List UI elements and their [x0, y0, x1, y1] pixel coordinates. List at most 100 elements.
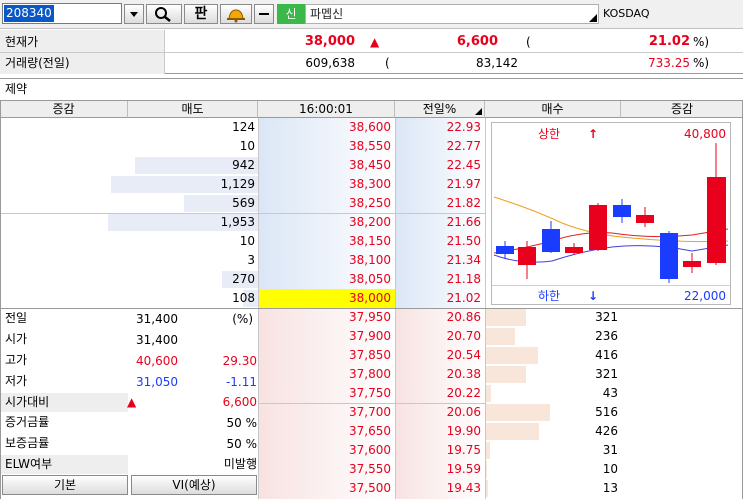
pan-button[interactable]: 판: [184, 4, 218, 24]
candle-4: [565, 247, 583, 253]
bid-qty[interactable]: 43: [530, 384, 618, 402]
bid-qty[interactable]: 13: [530, 479, 618, 497]
bid-qty[interactable]: 321: [530, 365, 618, 383]
bid-price[interactable]: 37,650: [262, 422, 391, 440]
new-listing-badge-label: 신: [285, 7, 297, 21]
ask-qty[interactable]: 3: [160, 251, 255, 269]
current-price-label: 현재가: [5, 35, 39, 49]
bid-qty[interactable]: 416: [530, 346, 618, 364]
bid-qty[interactable]: 516: [530, 403, 618, 421]
ask-price[interactable]: 38,300: [262, 175, 391, 193]
candle-1: [496, 246, 514, 254]
ask-prev-pct: 22.45: [446, 158, 481, 172]
bid-price[interactable]: 37,900: [262, 327, 391, 345]
sort-grip-icon: [475, 108, 482, 115]
header-ask-change-label: 증감: [52, 102, 75, 116]
ask-qty[interactable]: 1,953: [160, 213, 255, 231]
bid-prev-pct: 20.86: [446, 310, 481, 324]
ratio-suffix: %): [693, 56, 710, 70]
option-dropdown-button[interactable]: [254, 4, 274, 24]
candle-6: [613, 205, 631, 217]
search-button[interactable]: [146, 4, 182, 24]
ask-prev-pct: 22.77: [446, 139, 481, 153]
bid-prev-pct: 20.54: [446, 348, 481, 362]
ask-price[interactable]: 38,200: [262, 213, 391, 231]
ask-qty[interactable]: 124: [160, 118, 255, 136]
info-prev-unit: (%): [232, 312, 253, 326]
ask-price[interactable]: 38,600: [262, 118, 391, 136]
ask-price[interactable]: 38,050: [262, 270, 391, 288]
ask-qty[interactable]: 10: [160, 137, 255, 155]
pan-label: 판: [194, 6, 208, 22]
bid-prev-pct: 19.75: [446, 443, 481, 457]
info-prev-value: 31,400: [136, 312, 178, 326]
resize-grip-icon: [589, 14, 597, 22]
ask-prev-pct: 21.82: [446, 196, 481, 210]
upper-limit-value: 40,800: [684, 127, 726, 141]
ask-qty[interactable]: 270: [160, 270, 255, 288]
bid-price[interactable]: 37,500: [262, 479, 391, 497]
candle-8: [660, 233, 678, 279]
ask-prev-pct: 21.34: [446, 253, 481, 267]
info-deposit-value: 50 %: [226, 437, 258, 451]
alert-button[interactable]: [220, 4, 252, 24]
ask-price[interactable]: 38,450: [262, 156, 391, 174]
bid-qty[interactable]: 321: [530, 308, 618, 326]
header-bid: 매수: [485, 100, 621, 118]
basic-button[interactable]: 기본: [2, 475, 128, 495]
info-low-pct: -1.11: [225, 375, 257, 389]
ask-prev-pct: 22.93: [446, 120, 481, 134]
bid-price[interactable]: 37,950: [262, 308, 391, 326]
basic-button-label: 기본: [53, 478, 77, 492]
header-ask-change: 증감: [0, 100, 128, 118]
dropdown-arrow-icon: [130, 12, 138, 17]
prev-volume: 83,142: [476, 56, 518, 70]
bid-qty[interactable]: 236: [530, 327, 618, 345]
info-low-label: 저가: [5, 374, 28, 388]
stock-code-input[interactable]: 208340: [2, 3, 122, 24]
bid-qty[interactable]: 31: [530, 441, 618, 459]
bid-qty-bar: [486, 461, 487, 478]
ask-price[interactable]: 38,150: [262, 232, 391, 250]
bell-icon: [227, 9, 245, 23]
bid-price[interactable]: 37,600: [262, 441, 391, 459]
vi-button[interactable]: VI(예상): [131, 475, 257, 495]
stock-code-value: 208340: [4, 5, 54, 22]
bid-qty-bar: [486, 328, 515, 345]
bid-price[interactable]: 37,750: [262, 384, 391, 402]
upper-limit-label: 상한: [538, 127, 561, 141]
ask-prev-pct: 21.18: [446, 272, 481, 286]
code-dropdown-button[interactable]: [124, 4, 144, 24]
bid-price[interactable]: 37,850: [262, 346, 391, 364]
ask-qty[interactable]: 108: [160, 289, 255, 307]
ask-price[interactable]: 38,000: [262, 289, 391, 307]
ask-qty[interactable]: 942: [160, 156, 255, 174]
new-listing-badge: 신: [277, 4, 305, 24]
search-icon: [155, 7, 171, 22]
ask-qty[interactable]: 10: [160, 232, 255, 250]
bid-price[interactable]: 37,700: [262, 403, 391, 421]
ask-price[interactable]: 38,100: [262, 251, 391, 269]
info-open-diff-label: 시가대비: [0, 393, 128, 412]
info-high-value: 40,600: [136, 354, 178, 368]
ask-qty[interactable]: 569: [160, 194, 255, 212]
bid-qty-bar: [486, 480, 488, 497]
ask-qty[interactable]: 1,129: [160, 175, 255, 193]
ask-price[interactable]: 38,250: [262, 194, 391, 212]
info-margin-value: 50 %: [226, 416, 258, 430]
bid-qty[interactable]: 426: [530, 422, 618, 440]
bid-price[interactable]: 37,800: [262, 365, 391, 383]
bid-prev-pct: 20.38: [446, 367, 481, 381]
bid-prev-pct: 20.06: [446, 405, 481, 419]
bid-price[interactable]: 37,550: [262, 460, 391, 478]
info-elw-label: ELW여부: [0, 455, 128, 474]
bid-qty[interactable]: 10: [530, 460, 618, 478]
header-ask-label: 매도: [181, 102, 204, 116]
change-paren: (: [526, 35, 531, 49]
ask-price[interactable]: 38,550: [262, 137, 391, 155]
info-open-value: 31,400: [136, 333, 178, 347]
header-prev-pct[interactable]: 전일%: [395, 100, 485, 118]
mini-chart-bottom-rule: [492, 285, 730, 286]
header-bid-label: 매수: [541, 102, 564, 116]
bid-prev-pct: 19.59: [446, 462, 481, 476]
